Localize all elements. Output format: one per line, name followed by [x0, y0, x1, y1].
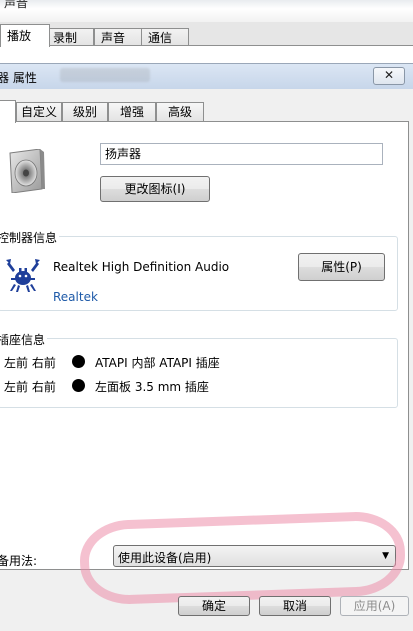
- change-icon-button[interactable]: 更改图标(I): [100, 176, 210, 202]
- sound-window-tabs: 播放 录制 声音 通信: [0, 24, 413, 47]
- dialog-title: 器 属性: [0, 71, 37, 85]
- controller-name: Realtek High Definition Audio: [53, 260, 230, 274]
- tab-levels[interactable]: 级别: [62, 102, 108, 121]
- ok-button[interactable]: 确定: [178, 596, 250, 616]
- dialog-titlebar[interactable]: 器 属性 ✕: [0, 64, 413, 89]
- device-name-input[interactable]: 扬声器: [100, 143, 383, 165]
- jack-row-channels: 左前 右前: [4, 356, 56, 370]
- sound-window-content: [0, 45, 413, 64]
- tab-general[interactable]: [0, 100, 16, 123]
- tab-advanced[interactable]: 高级: [156, 102, 204, 121]
- sound-window-titlebar: 声音: [0, 0, 413, 22]
- speaker-properties-dialog: 器 属性 ✕ 自定义 级别 增强 高级 扬声器 更改图标(I) 控制器信息 Re…: [0, 63, 413, 631]
- highlight-annotation: [78, 510, 407, 606]
- speaker-icon: [9, 149, 45, 193]
- jack-color-dot: [72, 355, 85, 368]
- tab-playback[interactable]: 播放: [0, 24, 50, 47]
- sound-window-title: 声音: [4, 0, 29, 10]
- realtek-crab-icon: [6, 259, 40, 292]
- tab-enhancements[interactable]: 增强: [108, 102, 156, 121]
- jack-color-dot: [72, 379, 85, 392]
- jack-row-channels: 左前 右前: [4, 380, 56, 394]
- jack-row-description: 左面板 3.5 mm 插座: [95, 380, 209, 394]
- jack-row-description: ATAPI 内部 ATAPI 插座: [95, 356, 220, 370]
- close-icon: ✕: [383, 68, 395, 82]
- controller-properties-button[interactable]: 属性(P): [298, 253, 385, 281]
- close-button[interactable]: ✕: [373, 67, 405, 85]
- tab-custom[interactable]: 自定义: [16, 102, 62, 121]
- apply-button[interactable]: 应用(A): [340, 596, 409, 616]
- jack-info-group: [0, 338, 398, 408]
- jack-info-label: 插座信息: [0, 331, 48, 348]
- controller-info-label: 控制器信息: [0, 229, 60, 246]
- device-usage-label: 备用法:: [0, 554, 38, 568]
- blurred-title-text: [60, 68, 150, 82]
- controller-vendor-link[interactable]: Realtek: [53, 290, 98, 304]
- cancel-button[interactable]: 取消: [259, 596, 331, 616]
- dialog-tabs: 自定义 级别 增强 高级: [0, 100, 413, 123]
